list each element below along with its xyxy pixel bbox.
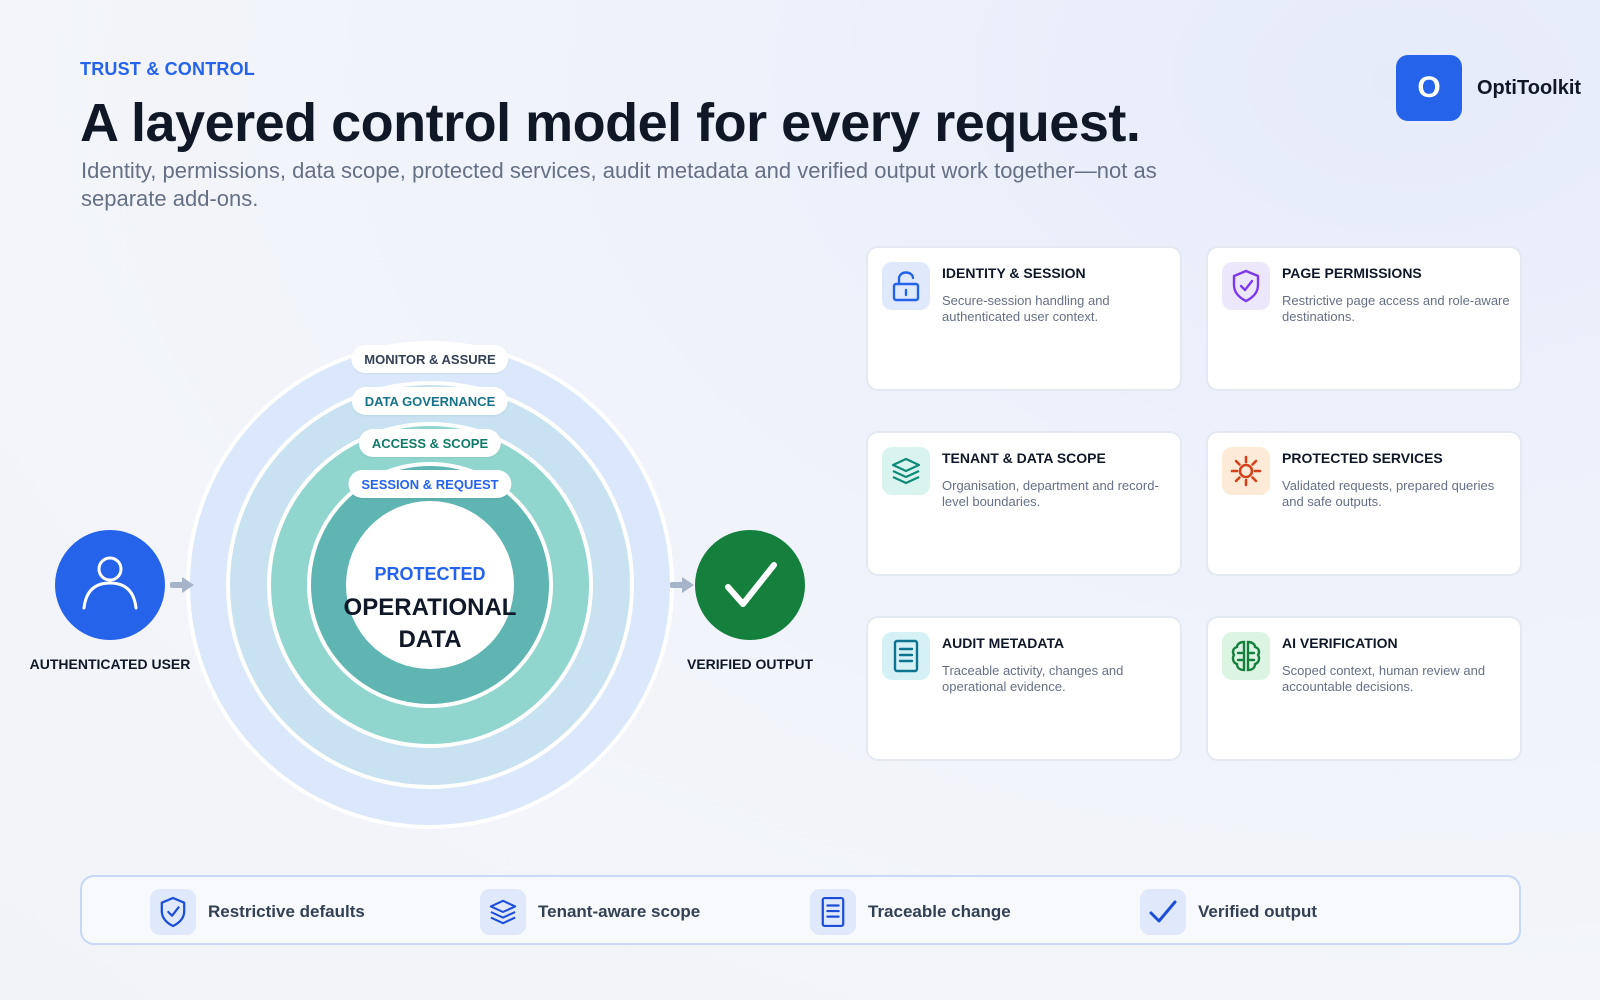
card-tenant-data-scope[interactable]: TENANT & DATA SCOPE Organisation, depart… — [866, 431, 1182, 576]
section-eyebrow: TRUST & CONTROL — [80, 59, 255, 79]
brand-name: OptiToolkit — [1477, 76, 1582, 99]
verified-output-node — [695, 530, 805, 640]
layers-icon — [891, 457, 921, 485]
card-title: AUDIT METADATA — [942, 635, 1065, 651]
card-title: TENANT & DATA SCOPE — [942, 450, 1106, 466]
card-description: Scoped context, human review and account… — [1282, 663, 1486, 694]
card-icon-box — [882, 447, 930, 495]
strip-item-tenant-aware-scope: Tenant-aware scope — [480, 889, 700, 935]
strip-icon-box — [1140, 889, 1186, 935]
card-title: IDENTITY & SESSION — [942, 265, 1086, 281]
brand[interactable]: O OptiToolkit — [1396, 55, 1581, 121]
card-description: Organisation, department and record-leve… — [942, 478, 1159, 509]
document-icon — [821, 896, 845, 928]
strip-icon-box — [150, 889, 196, 935]
card-protected-services[interactable]: PROTECTED SERVICES Validated requests, p… — [1206, 431, 1522, 576]
authenticated-user-label: AUTHENTICATED USER — [29, 656, 191, 672]
gear-icon — [1230, 455, 1262, 487]
layers-icon — [489, 899, 517, 925]
card-title: AI VERIFICATION — [1282, 635, 1398, 651]
card-icon-box — [1222, 632, 1270, 680]
card-icon-box — [882, 632, 930, 680]
ring-label-access-scope: ACCESS & SCOPE — [358, 429, 502, 457]
card-description: Validated requests, prepared queries and… — [1282, 478, 1495, 509]
document-icon — [893, 639, 919, 673]
card-icon-box — [1222, 262, 1270, 310]
strip-item-traceable-change: Traceable change — [810, 889, 1011, 935]
card-icon-box — [882, 262, 930, 310]
diagram-graphic — [55, 341, 805, 829]
card-audit-metadata[interactable]: AUDIT METADATA Traceable activity, chang… — [866, 616, 1182, 761]
core-eyebrow: PROTECTED — [374, 564, 486, 584]
strip-icon-box — [810, 889, 856, 935]
card-page-permissions[interactable]: PAGE PERMISSIONS Restrictive page access… — [1206, 246, 1522, 391]
strip-label: Tenant-aware scope — [538, 902, 701, 921]
card-ai-verification[interactable]: AI VERIFICATION Scoped context, human re… — [1206, 616, 1522, 761]
core-title: OPERATIONAL DATA — [343, 594, 517, 653]
brain-icon — [1231, 640, 1261, 672]
shield-check-icon — [1232, 269, 1260, 303]
ring-label-session-request: SESSION & REQUEST — [348, 470, 512, 498]
page-subtitle: Identity, permissions, data scope, prote… — [81, 158, 1157, 211]
page-title: A layered control model for every reques… — [80, 93, 1141, 153]
ring-label-data-governance: DATA GOVERNANCE — [351, 387, 509, 415]
lock-icon — [892, 271, 920, 302]
strip-icon-box — [480, 889, 526, 935]
card-title: PAGE PERMISSIONS — [1282, 265, 1422, 281]
verified-output-label: VERIFIED OUTPUT — [686, 656, 813, 672]
strip-item-verified-output: Verified output — [1140, 889, 1317, 935]
strip-label: Restrictive defaults — [208, 902, 365, 921]
brand-logo: O — [1396, 55, 1462, 121]
check-icon — [1149, 900, 1177, 923]
principles-strip: Restrictive defaults Tenant-aware scope … — [80, 875, 1521, 945]
card-title: PROTECTED SERVICES — [1282, 450, 1443, 466]
card-description: Secure-session handling and authenticate… — [942, 293, 1110, 324]
card-description: Traceable activity, changes and operatio… — [942, 663, 1124, 694]
strip-item-restrictive-defaults: Restrictive defaults — [150, 889, 365, 935]
authenticated-user-node — [55, 530, 165, 640]
shield-check-icon — [160, 896, 186, 928]
strip-label: Verified output — [1198, 902, 1317, 921]
strip-label: Traceable change — [868, 902, 1011, 921]
ring-label-monitor-assure: MONITOR & ASSURE — [351, 345, 509, 373]
card-icon-box — [1222, 447, 1270, 495]
card-description: Restrictive page access and role-aware d… — [1282, 293, 1510, 324]
card-identity-session[interactable]: IDENTITY & SESSION Secure-session handli… — [866, 246, 1182, 391]
layered-control-diagram: MONITOR & ASSURE DATA GOVERNANCE ACCESS … — [0, 240, 840, 840]
